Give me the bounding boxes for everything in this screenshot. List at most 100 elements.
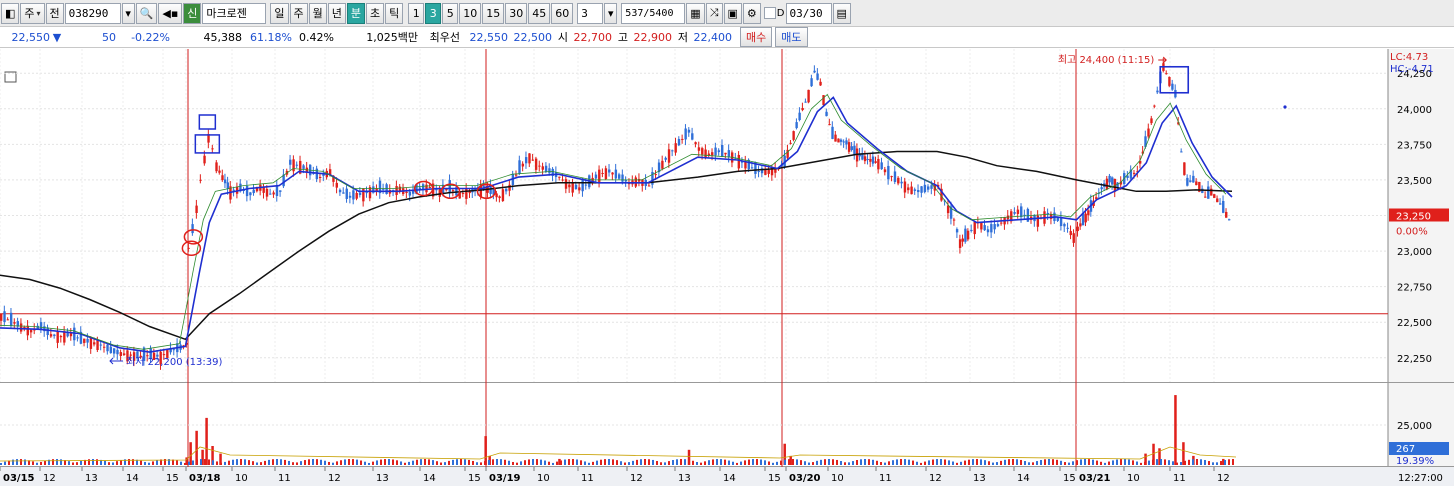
candle-body <box>691 133 694 140</box>
sell-button[interactable]: 매도 <box>775 27 808 47</box>
interval-tab-60[interactable]: 60 <box>551 2 574 24</box>
volume-bar <box>1108 461 1110 465</box>
drawing-tools-icon[interactable]: ▦ <box>686 2 705 24</box>
volume-pct-label: 19.39% <box>1396 456 1434 467</box>
period-tab-2[interactable]: 월 <box>308 2 327 24</box>
candle-body <box>1228 219 1231 221</box>
interval-tab-3[interactable]: 3 <box>425 2 442 24</box>
volume-bar <box>148 462 150 465</box>
volume-bar <box>1172 461 1174 465</box>
volume-bar <box>920 462 922 465</box>
candle-body <box>816 73 819 80</box>
mode-select[interactable]: 주 <box>20 2 45 24</box>
volume-bar <box>1212 462 1214 465</box>
time-tick-label: 12 <box>1217 473 1230 484</box>
volume-bar <box>488 460 490 465</box>
candle-body <box>1171 83 1174 90</box>
volume-bar <box>968 459 970 465</box>
save-icon[interactable]: ▣ <box>723 2 742 24</box>
candle-body <box>907 187 910 191</box>
candle-body <box>1036 215 1040 227</box>
interval-tab-30[interactable]: 30 <box>505 2 528 24</box>
buy-button[interactable]: 매수 <box>740 27 773 47</box>
period-tab-5[interactable]: 초 <box>366 2 385 24</box>
candle-body <box>109 346 113 354</box>
candle-body <box>1084 213 1087 223</box>
volume-bar <box>752 459 754 465</box>
chart-tools-icon[interactable]: ⤨ <box>705 2 723 24</box>
stock-code-input[interactable]: 038290 <box>64 2 121 24</box>
interval-tab-1[interactable]: 1 <box>408 2 425 24</box>
volume-bar <box>520 461 522 465</box>
volume-bar <box>684 459 686 465</box>
candle-body <box>295 164 299 166</box>
candle-body <box>3 311 6 322</box>
chart-area[interactable]: 24,25024,00023,75023,50023,25023,00022,7… <box>0 49 1454 486</box>
period-tab-4[interactable]: 분 <box>346 2 366 24</box>
volume-bar <box>404 462 406 465</box>
period-tab-6[interactable]: 틱 <box>385 2 404 24</box>
volume-bar <box>760 459 762 465</box>
code-dropdown-icon[interactable]: ▾ <box>121 2 135 24</box>
candle-body <box>647 185 651 187</box>
candle-body <box>871 156 875 164</box>
volume-bar <box>660 462 662 465</box>
volume-bar <box>12 459 14 465</box>
volume-bar <box>1052 459 1054 465</box>
volume-bar <box>60 459 62 465</box>
volume-bar <box>792 459 794 465</box>
volume-bar <box>568 459 570 465</box>
calendar-icon[interactable]: ▤ <box>832 2 851 24</box>
volume-bar <box>276 459 278 465</box>
candlestick-chart[interactable]: 24,25024,00023,75023,50023,25023,00022,7… <box>0 49 1454 486</box>
period-tab-0[interactable]: 일 <box>270 2 289 24</box>
candle-body <box>801 107 804 111</box>
interval-tab-45[interactable]: 45 <box>528 2 551 24</box>
candle-body <box>1069 231 1072 236</box>
volume-bar <box>104 460 106 465</box>
stock-name-field[interactable]: 마크로젠 <box>202 2 267 24</box>
count-value: 537 <box>625 7 644 19</box>
volume-bar <box>316 459 318 465</box>
date-checkbox[interactable] <box>763 7 776 19</box>
period-tab-1[interactable]: 주 <box>289 2 308 24</box>
time-tick-label: 10 <box>831 473 844 484</box>
candle-body <box>1147 128 1150 137</box>
volume-bar <box>1080 459 1082 465</box>
volume-bar <box>756 459 758 465</box>
time-tick-label: 03/21 <box>1079 473 1111 484</box>
volume-bar <box>1120 459 1122 465</box>
volume-bar <box>152 461 154 465</box>
search-icon[interactable]: 🔍 <box>135 2 158 24</box>
speaker-icon[interactable]: ◀▪ <box>158 2 183 24</box>
volume-bar <box>912 460 914 465</box>
best-ask: 22,550 <box>469 30 509 44</box>
volume-bar <box>332 462 334 465</box>
date-input[interactable]: 03/30 <box>785 2 832 24</box>
candle-body <box>604 168 608 180</box>
candle-body <box>842 141 846 143</box>
candle-body <box>727 150 731 157</box>
volume-bar <box>1200 459 1202 465</box>
chart-type-icon[interactable]: ◧ <box>1 2 20 24</box>
volume-bar <box>252 461 254 465</box>
volume-bar <box>244 459 246 465</box>
interval-dropdown-icon[interactable]: ▾ <box>604 2 618 24</box>
interval-tab-10[interactable]: 10 <box>459 2 482 24</box>
gear-icon[interactable]: ⚙ <box>742 2 761 24</box>
interval-input[interactable]: 3 <box>577 2 604 24</box>
volume-bar <box>200 459 202 465</box>
volume-bar <box>256 462 258 465</box>
volume-bar <box>208 459 210 465</box>
candle-body <box>29 329 33 333</box>
volume-bar <box>260 462 262 465</box>
period-tab-3[interactable]: 년 <box>327 2 346 24</box>
volume-bar <box>600 459 602 465</box>
volume-ratio: 61.18% <box>250 30 292 44</box>
interval-tab-5[interactable]: 5 <box>442 2 459 24</box>
count-field[interactable]: 537/5400 <box>621 2 686 24</box>
volume-bar <box>804 461 806 465</box>
volume-bar <box>656 460 658 465</box>
interval-tab-15[interactable]: 15 <box>482 2 505 24</box>
prefix-button[interactable]: 전 <box>45 2 64 24</box>
